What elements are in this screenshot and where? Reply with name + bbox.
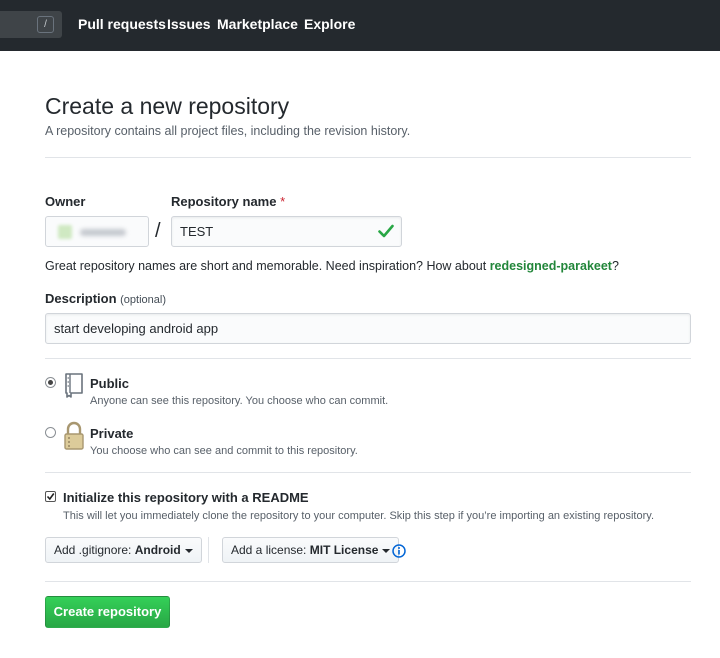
valid-check-icon: [378, 224, 394, 238]
search-box[interactable]: /: [0, 11, 62, 38]
init-readme-label[interactable]: Initialize this repository with a README: [63, 490, 309, 505]
public-title: Public: [90, 376, 130, 391]
init-readme-checkbox[interactable]: [45, 491, 56, 502]
repo-name-input[interactable]: [171, 216, 402, 247]
divider: [45, 581, 691, 582]
nav-issues[interactable]: Issues: [167, 16, 211, 32]
dropdown-separator: [208, 537, 209, 563]
private-radio[interactable]: [45, 427, 56, 438]
repo-name-hint: Great repository names are short and mem…: [45, 259, 619, 273]
repo-name-label: Repository name *: [171, 194, 285, 209]
owner-select[interactable]: [45, 216, 149, 247]
nav-pull-requests[interactable]: Pull requests: [78, 16, 166, 32]
checkmark-icon: [46, 493, 55, 501]
divider: [45, 358, 691, 359]
description-label-text: Description: [45, 291, 117, 306]
repo-name-label-text: Repository name: [171, 194, 277, 209]
init-readme-description: This will let you immediately clone the …: [63, 510, 654, 522]
private-title: Private: [90, 426, 134, 441]
divider: [45, 157, 691, 158]
license-dropdown[interactable]: Add a license: MIT License: [222, 537, 400, 563]
name-suggestion-link[interactable]: redesigned-parakeet: [490, 259, 612, 273]
caret-down-icon: [382, 548, 391, 553]
top-navigation-bar: / Pull requests Issues Marketplace Explo…: [0, 0, 720, 51]
gitignore-prefix: Add .gitignore:: [54, 543, 132, 557]
info-icon[interactable]: [392, 544, 406, 558]
optional-tag: (optional): [120, 294, 166, 306]
owner-repo-separator: /: [155, 220, 161, 242]
search-shortcut-key: /: [37, 16, 54, 33]
description-input[interactable]: [45, 313, 691, 344]
license-value: MIT License: [309, 543, 379, 557]
public-description: Anyone can see this repository. You choo…: [90, 395, 389, 407]
repo-icon: [65, 373, 83, 398]
description-label: Description (optional): [45, 291, 166, 306]
hint-text: Great repository names are short and mem…: [45, 259, 487, 273]
owner-name-redacted: [80, 229, 126, 236]
page-subtitle: A repository contains all project files,…: [45, 124, 411, 138]
nav-explore[interactable]: Explore: [304, 16, 355, 32]
divider: [45, 472, 691, 473]
caret-down-icon: [184, 548, 193, 553]
nav-marketplace[interactable]: Marketplace: [217, 16, 298, 32]
private-description: You choose who can see and commit to thi…: [90, 445, 358, 457]
page-title: Create a new repository: [45, 93, 290, 119]
gitignore-dropdown[interactable]: Add .gitignore: Android: [45, 537, 202, 563]
license-prefix: Add a license:: [231, 543, 307, 557]
create-repository-button[interactable]: Create repository: [45, 596, 170, 628]
lock-icon: [64, 421, 84, 450]
required-mark: *: [280, 194, 286, 209]
gitignore-value: Android: [134, 543, 181, 557]
owner-label: Owner: [45, 194, 86, 209]
public-radio[interactable]: [45, 377, 56, 388]
owner-avatar: [58, 225, 72, 239]
hint-end: ?: [611, 259, 619, 273]
